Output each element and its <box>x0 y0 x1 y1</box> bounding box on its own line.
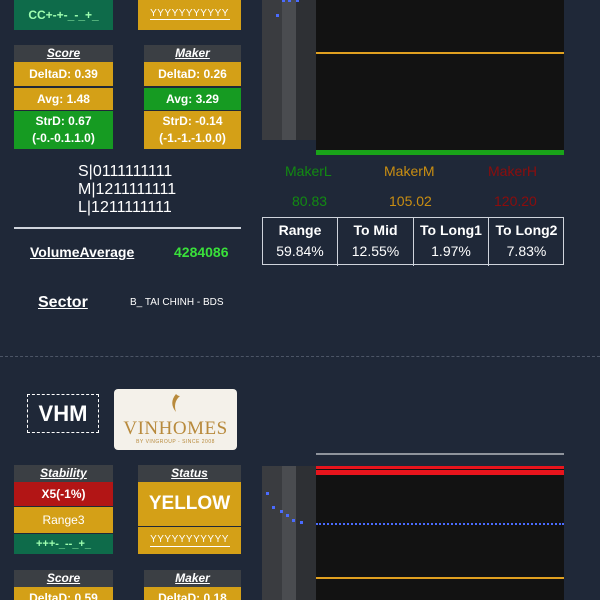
price-dot <box>288 0 291 2</box>
maker-m-line <box>316 577 564 579</box>
stability-value: X5(-1%) <box>14 482 113 506</box>
to-long2-header: To Long2 <box>495 222 558 238</box>
logo-emblem-icon <box>171 394 180 412</box>
to-long2-col: To Long2 7.83% <box>489 218 564 266</box>
chart-band-1 <box>262 466 282 600</box>
stability-pattern-badge: CC+-+-_-_+_ <box>14 0 113 30</box>
to-long1-value: 1.97% <box>431 243 471 259</box>
maker-l-line <box>316 150 564 155</box>
chart-plot-area <box>316 466 564 600</box>
price-dots <box>276 0 306 20</box>
maker-strd-detail: (-1.-1.-1.0.0) <box>159 131 226 145</box>
price-dot <box>276 14 279 17</box>
status-header: Status <box>138 465 241 482</box>
price-dot <box>272 506 275 509</box>
sector-label: Sector <box>38 294 88 311</box>
status-pattern-underline <box>150 19 230 20</box>
logo-tagline: BY VINGROUP - SINCE 2008 <box>136 439 215 445</box>
score-avg: Avg: 1.48 <box>14 88 113 110</box>
chart-band-1 <box>262 0 282 140</box>
signal-l: L|1211111111 <box>78 199 172 216</box>
status-pattern-box: YYYYYYYYYYY <box>138 527 241 554</box>
maker-strd-box: StrD: -0.14 (-1.-1.-1.0.0) <box>144 111 241 149</box>
to-long1-col: To Long1 1.97% <box>414 218 489 266</box>
stability-pattern-text: CC+-+-_-_+_ <box>28 8 99 22</box>
maker-h-value: 120.20 <box>494 193 537 209</box>
card-separator <box>0 356 600 357</box>
maker-h-line-thick <box>316 470 564 475</box>
price-dot <box>280 510 283 513</box>
bottom-chart-top-border <box>316 453 564 455</box>
volume-average-label: VolumeAverage <box>30 244 135 260</box>
stability-range: Range3 <box>14 507 113 533</box>
status-pattern: YYYYYYYYYYY <box>150 534 229 545</box>
signal-s: S|0111111111 <box>78 163 173 180</box>
ticker-text: VHM <box>38 401 88 426</box>
price-dot <box>300 521 303 524</box>
maker-header: Maker <box>144 45 241 62</box>
chart-plot-area <box>316 0 564 152</box>
score-header-2: Score <box>14 570 113 587</box>
divider-line <box>14 227 241 229</box>
top-chart <box>262 0 564 155</box>
score-strd-detail: (-0.-0.1.1.0) <box>32 131 95 145</box>
price-dotted-line <box>316 523 564 525</box>
price-dot <box>286 514 289 517</box>
to-mid-header: To Mid <box>353 222 398 238</box>
maker-header-2: Maker <box>144 570 241 587</box>
price-dot <box>266 492 269 495</box>
status-pattern-text: YYYYYYYYYYY <box>150 8 229 19</box>
signal-m: M|1211111111 <box>78 181 177 198</box>
range-value: 59.84% <box>276 243 324 259</box>
score-strd-box: StrD: 0.67 (-0.-0.1.1.0) <box>14 111 113 149</box>
to-long2-value: 7.83% <box>506 243 547 259</box>
bottom-chart <box>262 466 564 600</box>
ticker-symbol[interactable]: VHM <box>27 394 99 433</box>
maker-delta-2: DeltaD: 0.18 <box>144 587 241 600</box>
score-header: Score <box>14 45 113 62</box>
chart-band-3 <box>296 466 316 600</box>
maker-l-value: 80.83 <box>292 193 328 209</box>
score-strd: StrD: 0.67 <box>35 114 92 128</box>
to-mid-col: To Mid 12.55% <box>338 218 414 266</box>
volume-average-value: 4284086 <box>174 244 229 260</box>
chart-band-2 <box>282 0 296 140</box>
score-delta: DeltaD: 0.39 <box>14 62 113 86</box>
price-dot <box>296 0 299 2</box>
maker-delta: DeltaD: 0.26 <box>144 62 241 86</box>
chart-band-3 <box>296 0 316 140</box>
status-value: YELLOW <box>138 482 241 526</box>
maker-h-label: MakerH <box>488 163 538 179</box>
maker-h-line <box>316 466 564 469</box>
range-col: Range 59.84% <box>263 218 338 266</box>
maker-l-label: MakerL <box>285 163 332 179</box>
chart-band-2 <box>282 466 296 600</box>
to-long1-header: To Long1 <box>420 222 482 238</box>
range-table: Range 59.84% To Mid 12.55% To Long1 1.97… <box>262 217 564 266</box>
maker-m-line <box>316 52 564 54</box>
price-dot <box>292 519 295 522</box>
logo-brand: VINHOMES <box>123 418 228 439</box>
score-delta-2: DeltaD: 0.59 <box>14 587 113 600</box>
sector-value: B_ TAI CHINH - BDS <box>130 297 224 308</box>
to-mid-value: 12.55% <box>351 243 400 259</box>
maker-strd: StrD: -0.14 <box>162 114 223 128</box>
company-logo: VINHOMES BY VINGROUP - SINCE 2008 <box>114 389 237 450</box>
range-header: Range <box>278 222 322 238</box>
price-dot <box>282 0 285 2</box>
stability-pattern: +++-_--_+_ <box>14 534 113 554</box>
status-pattern-underline <box>149 546 230 547</box>
maker-m-value: 105.02 <box>389 193 432 209</box>
maker-avg: Avg: 3.29 <box>144 88 241 110</box>
stability-header: Stability <box>14 465 113 482</box>
maker-m-label: MakerM <box>384 163 435 179</box>
sml-signals: S|0111111111 M|1211111111 L|1211111111 <box>78 163 176 217</box>
